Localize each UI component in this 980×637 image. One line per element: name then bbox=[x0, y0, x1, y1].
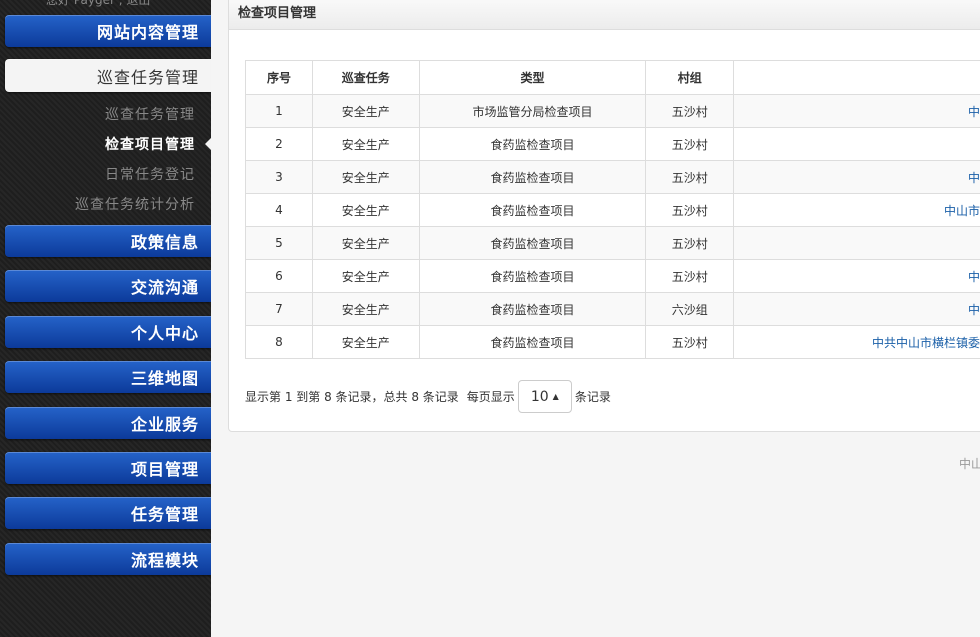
record-summary: 显示第 1 到第 8 条记录，总共 8 条记录 bbox=[245, 390, 459, 404]
cell-task: 安全生产 bbox=[311, 127, 420, 161]
table-row[interactable]: 1安全生产市场监管分局检查项目五沙村中山中 bbox=[245, 94, 980, 128]
sub-item-patrol-task[interactable]: 巡查任务管理 bbox=[105, 104, 195, 124]
nav-personal-center[interactable]: 个人中心 bbox=[5, 316, 211, 348]
table-row[interactable]: 4安全生产食药监检查项目五沙村中山市横栏 bbox=[245, 193, 980, 227]
caret-up-icon: ▲ bbox=[552, 392, 559, 401]
pagination-info: 显示第 1 到第 8 条记录，总共 8 条记录 每页显示 10 ▲ 条记录 bbox=[245, 380, 611, 413]
col-header-type[interactable]: 类型 bbox=[418, 60, 647, 95]
cell-type: 食药监检查项目 bbox=[418, 259, 647, 293]
cell-no: 8 bbox=[245, 325, 313, 359]
cell-type: 食药监检查项目 bbox=[418, 325, 647, 359]
cell-type: 食药监检查项目 bbox=[418, 292, 647, 326]
sidebar: 您好 Payger , 退出 网站内容管理 巡查任务管理 巡查任务管理 检查项目… bbox=[0, 0, 211, 637]
nav-website-content[interactable]: 网站内容管理 bbox=[5, 15, 211, 47]
cell-unit[interactable]: 中共中山市横栏镇委员会 bbox=[733, 325, 980, 359]
cell-task: 安全生产 bbox=[311, 259, 420, 293]
cell-task: 安全生产 bbox=[311, 94, 420, 128]
cell-no: 4 bbox=[245, 193, 313, 227]
cell-village: 五沙村 bbox=[645, 259, 735, 293]
cell-no: 3 bbox=[245, 160, 313, 194]
cell-task: 安全生产 bbox=[311, 226, 420, 260]
current-caret-icon bbox=[205, 138, 211, 150]
page-size-select[interactable]: 10 ▲ bbox=[517, 380, 572, 413]
cell-unit[interactable]: 中山中 bbox=[733, 94, 980, 128]
panel-title: 检查项目管理 bbox=[229, 0, 980, 30]
cell-village: 五沙村 bbox=[645, 160, 735, 194]
cell-type: 市场监管分局检查项目 bbox=[418, 94, 647, 128]
user-greeting[interactable]: 您好 Payger , 退出 bbox=[46, 0, 150, 8]
nav-task-management[interactable]: 任务管理 bbox=[5, 497, 211, 529]
cell-task: 安全生产 bbox=[311, 292, 420, 326]
cell-unit[interactable]: 中山中 bbox=[733, 292, 980, 326]
cell-no: 5 bbox=[245, 226, 313, 260]
sub-item-inspection-project[interactable]: 检查项目管理 bbox=[105, 134, 195, 154]
nav-patrol-task-active[interactable]: 巡查任务管理 bbox=[5, 59, 211, 92]
per-page-label: 每页显示 bbox=[466, 390, 515, 404]
table-row[interactable]: 8安全生产食药监检查项目五沙村中共中山市横栏镇委员会 bbox=[245, 325, 980, 359]
main-panel: 检查项目管理 序号 巡查任务 类型 村组 1 安全生产 市场监管分局检查项目 五沙村中… bbox=[228, 0, 980, 432]
nav-policy[interactable]: 政策信息 bbox=[5, 225, 211, 257]
cell-type: 食药监检查项目 bbox=[418, 127, 647, 161]
cell-unit[interactable]: 中山市横栏 bbox=[733, 193, 980, 227]
cell-no: 7 bbox=[245, 292, 313, 326]
cell-task: 安全生产 bbox=[311, 325, 420, 359]
cell-type: 食药监检查项目 bbox=[418, 226, 647, 260]
table-row[interactable]: 3安全生产食药监检查项目五沙村中山中 bbox=[245, 160, 980, 194]
page-size-value: 10 bbox=[530, 388, 549, 405]
inspection-table: 序号 巡查任务 类型 村组 1安全生产市场监管分局检查项目五沙村中山中2安全生产… bbox=[245, 60, 980, 359]
nav-process-module[interactable]: 流程模块 bbox=[5, 543, 211, 575]
cell-type: 食药监检查项目 bbox=[418, 160, 647, 194]
nav-project-management[interactable]: 项目管理 bbox=[5, 452, 211, 484]
copyright-text: 中山 bbox=[959, 457, 980, 471]
cell-village: 五沙村 bbox=[645, 226, 735, 260]
sub-item-statistics[interactable]: 巡查任务统计分析 bbox=[75, 194, 195, 214]
col-header-village[interactable]: 村组 bbox=[645, 60, 735, 95]
cell-unit[interactable]: 中山市 bbox=[733, 259, 980, 293]
cell-no: 6 bbox=[245, 259, 313, 293]
per-page-suffix: 条记录 bbox=[574, 390, 611, 404]
table-header-row: 序号 巡查任务 类型 村组 bbox=[245, 60, 980, 95]
cell-no: 2 bbox=[245, 127, 313, 161]
cell-unit[interactable]: 中山 bbox=[733, 226, 980, 260]
cell-village: 五沙村 bbox=[645, 94, 735, 128]
cell-village: 五沙村 bbox=[645, 193, 735, 227]
table-row[interactable]: 5安全生产食药监检查项目五沙村中山 bbox=[245, 226, 980, 260]
col-header-unit[interactable] bbox=[733, 60, 980, 95]
table-row[interactable]: 6安全生产食药监检查项目五沙村中山市 bbox=[245, 259, 980, 293]
cell-no: 1 bbox=[245, 94, 313, 128]
cell-village: 五沙村 bbox=[645, 325, 735, 359]
cell-unit[interactable]: 中山中 bbox=[733, 160, 980, 194]
nav-communication[interactable]: 交流沟通 bbox=[5, 270, 211, 302]
cell-unit[interactable]: 中山 bbox=[733, 127, 980, 161]
table-row[interactable]: 7安全生产食药监检查项目六沙组中山中 bbox=[245, 292, 980, 326]
nav-3d-map[interactable]: 三维地图 bbox=[5, 361, 211, 393]
cell-type: 食药监检查项目 bbox=[418, 193, 647, 227]
table-row[interactable]: 2安全生产食药监检查项目五沙村中山 bbox=[245, 127, 980, 161]
sub-item-daily-task[interactable]: 日常任务登记 bbox=[105, 164, 195, 184]
cell-task: 安全生产 bbox=[311, 160, 420, 194]
cell-village: 六沙组 bbox=[645, 292, 735, 326]
nav-enterprise-service[interactable]: 企业服务 bbox=[5, 407, 211, 439]
cell-village: 五沙村 bbox=[645, 127, 735, 161]
col-header-no[interactable]: 序号 bbox=[245, 60, 313, 95]
col-header-task[interactable]: 巡查任务 bbox=[311, 60, 420, 95]
cell-task: 安全生产 bbox=[311, 193, 420, 227]
